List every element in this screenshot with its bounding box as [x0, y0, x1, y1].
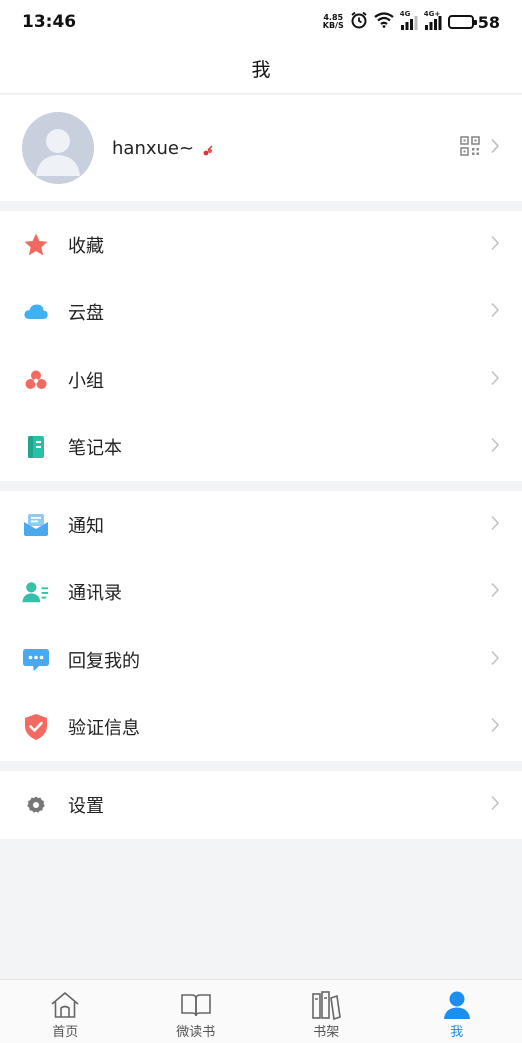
menu-group-2: 通知 通讯录 回复我的 验证信息	[0, 491, 522, 761]
status-icons: 4.85 KB/S 4G 4G+ 58	[322, 10, 500, 33]
profile-card[interactable]: hanxue~	[0, 95, 522, 201]
contacts-icon	[22, 578, 50, 606]
group-icon	[22, 366, 50, 394]
chevron-right-icon	[490, 582, 500, 602]
chevron-right-icon	[490, 437, 500, 457]
menu-item-verification[interactable]: 验证信息	[0, 694, 522, 762]
menu-item-label: 笔记本	[68, 438, 122, 460]
username: hanxue~	[112, 137, 195, 159]
tab-label: 书架	[313, 1025, 340, 1040]
battery-icon	[447, 15, 477, 29]
menu-item-cloud-drive[interactable]: 云盘	[0, 279, 522, 347]
menu-item-label: 小组	[68, 370, 104, 392]
chevron-right-icon	[490, 650, 500, 670]
book-icon	[180, 989, 212, 1021]
menu-item-label: 通讯录	[68, 583, 122, 605]
notebook-icon	[22, 433, 50, 461]
alarm-icon	[350, 11, 368, 33]
tab-bookshelf[interactable]: 书架	[261, 980, 392, 1043]
person-icon	[441, 989, 473, 1021]
chat-bubble-icon	[22, 646, 50, 674]
shield-check-icon	[22, 713, 50, 741]
wifi-icon	[374, 12, 394, 32]
menu-item-label: 收藏	[68, 235, 104, 257]
signal-icon-2: 4G+	[424, 10, 442, 30]
chevron-right-icon	[490, 717, 500, 737]
menu-item-contacts[interactable]: 通讯录	[0, 559, 522, 627]
bottom-tab-bar: 首页 微读书 书架 我	[0, 979, 522, 1043]
signal-icon-1: 4G	[400, 10, 418, 30]
mail-icon	[22, 511, 50, 539]
gear-icon	[22, 791, 50, 819]
menu-item-label: 回复我的	[68, 650, 140, 672]
menu-group-3: 设置	[0, 771, 522, 839]
chevron-right-icon	[490, 795, 500, 815]
menu-item-label: 云盘	[68, 303, 104, 325]
chevron-right-icon	[490, 235, 500, 255]
status-time: 13:46	[22, 12, 77, 32]
menu-item-favorites[interactable]: 收藏	[0, 211, 522, 279]
user-level-badge-icon	[202, 142, 214, 156]
chevron-right-icon	[490, 515, 500, 535]
tab-me[interactable]: 我	[392, 980, 522, 1043]
menu-item-label: 验证信息	[68, 718, 140, 740]
tab-weidushu[interactable]: 微读书	[131, 980, 262, 1043]
bookshelf-icon	[310, 989, 342, 1021]
tab-home[interactable]: 首页	[0, 980, 131, 1043]
qr-code-icon[interactable]	[460, 136, 480, 160]
cloud-icon	[22, 298, 50, 326]
network-speed: 4.85 KB/S	[322, 13, 344, 30]
menu-item-notebook[interactable]: 笔记本	[0, 414, 522, 482]
menu-item-label: 通知	[68, 515, 104, 537]
home-icon	[49, 989, 81, 1021]
tab-label: 我	[450, 1025, 464, 1040]
menu-item-label: 设置	[68, 795, 104, 817]
avatar[interactable]	[22, 112, 94, 184]
menu-item-notifications[interactable]: 通知	[0, 491, 522, 559]
page-title: 我	[251, 59, 271, 81]
status-bar: 13:46 4.85 KB/S 4G 4G+ 58	[0, 0, 522, 44]
menu-item-replies[interactable]: 回复我的	[0, 626, 522, 694]
tab-label: 微读书	[176, 1025, 216, 1040]
chevron-right-icon	[490, 302, 500, 322]
tab-label: 首页	[52, 1025, 79, 1040]
menu-item-settings[interactable]: 设置	[0, 771, 522, 839]
battery-indicator: 58	[447, 13, 500, 32]
chevron-right-icon	[490, 370, 500, 390]
profile-right	[460, 136, 500, 160]
star-icon	[22, 231, 50, 259]
menu-group-1: 收藏 云盘 小组 笔记本	[0, 211, 522, 481]
menu-item-groups[interactable]: 小组	[0, 346, 522, 414]
chevron-right-icon	[490, 138, 500, 158]
nav-header: 我	[0, 44, 522, 94]
